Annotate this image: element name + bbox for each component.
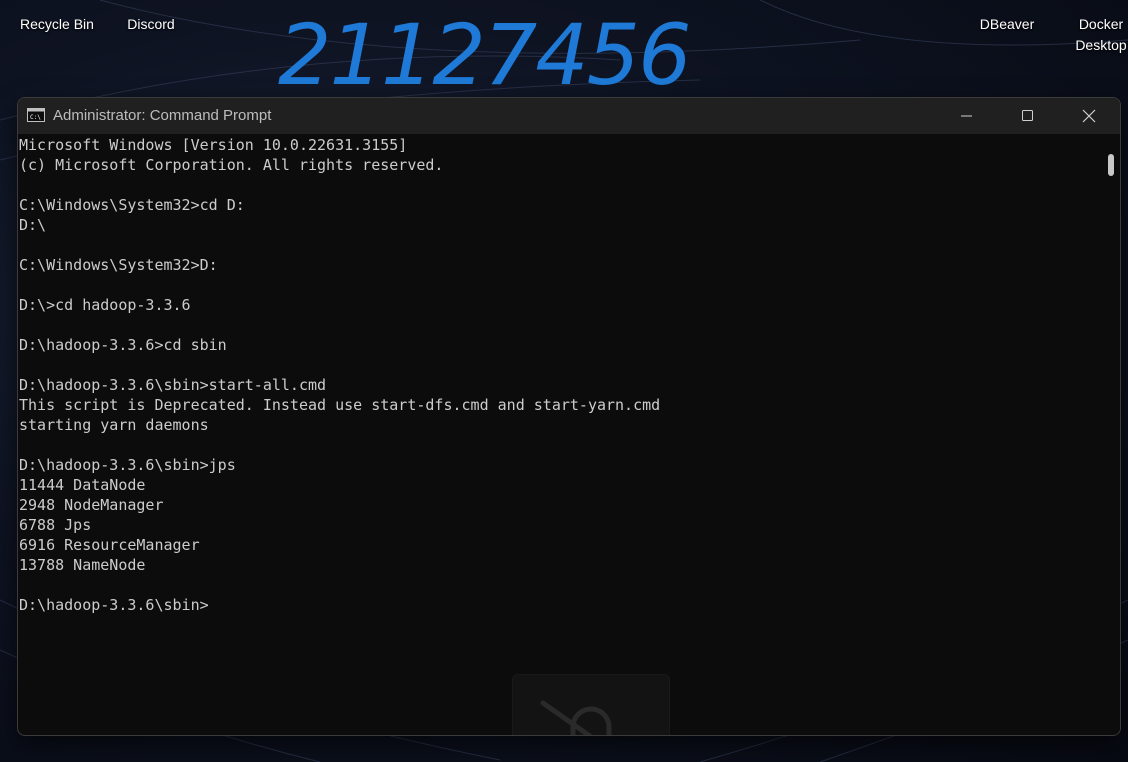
console-line: 11444 DataNode [19,476,146,494]
console-line: D:\hadoop-3.3.6>cd sbin [19,336,227,354]
console-line: D:\hadoop-3.3.6\sbin>jps [19,456,236,474]
maximize-button[interactable] [999,98,1059,134]
cmd-icon: C:\ [27,108,45,122]
console-line: D:\hadoop-3.3.6\sbin> [19,596,209,614]
console-line: C:\Windows\System32>D: [19,256,218,274]
handwritten-number-text: 21127456 [278,6,690,100]
minimize-button[interactable] [938,98,998,134]
mic-muted-overlay [512,674,670,735]
docker-icon [1085,0,1117,8]
minimize-icon [961,115,972,117]
desktop-icon-label: DBeaver [979,16,1035,32]
close-button[interactable] [1060,98,1120,134]
console-line: (c) Microsoft Corporation. All rights re… [19,156,444,174]
console-line: D:\ [19,216,47,234]
console-line: 2948 NodeManager [19,496,164,514]
command-prompt-window[interactable]: C:\ Administrator: Command Prompt Micros… [17,97,1121,736]
recycle-bin-icon [41,0,73,8]
mic-muted-icon [540,700,612,735]
console-line: starting yarn daemons [19,416,209,434]
discord-icon [135,0,167,8]
close-icon [1082,109,1096,123]
console-line: 13788 NameNode [19,556,146,574]
desktop-icon-label: Recycle Bin [20,16,94,32]
console-line: C:\Windows\System32>cd D: [19,196,245,214]
svg-text:C:\: C:\ [30,114,41,121]
console-output[interactable]: Microsoft Windows [Version 10.0.22631.31… [18,134,1100,735]
console-line: D:\>cd hadoop-3.3.6 [19,296,191,314]
console-line: D:\hadoop-3.3.6\sbin>start-all.cmd [19,376,327,394]
maximize-icon [1022,110,1033,121]
console-line: Microsoft Windows [Version 10.0.22631.31… [19,136,408,154]
handwritten-number: 21127456 [278,6,692,100]
console-line: 6788 Jps [19,516,92,534]
window-title: Administrator: Command Prompt [53,107,272,124]
title-bar[interactable]: C:\ Administrator: Command Prompt [18,98,1120,134]
scrollbar-thumb[interactable] [1108,154,1114,176]
dbeaver-icon [991,0,1023,8]
console-line: 6916 ResourceManager [19,536,200,554]
vertical-scrollbar[interactable] [1100,134,1120,735]
console-line: This script is Deprecated. Instead use s… [19,396,661,414]
desktop-icon-label: Docker Desktop [1075,16,1127,53]
desktop-icon-label: Discord [127,16,175,32]
